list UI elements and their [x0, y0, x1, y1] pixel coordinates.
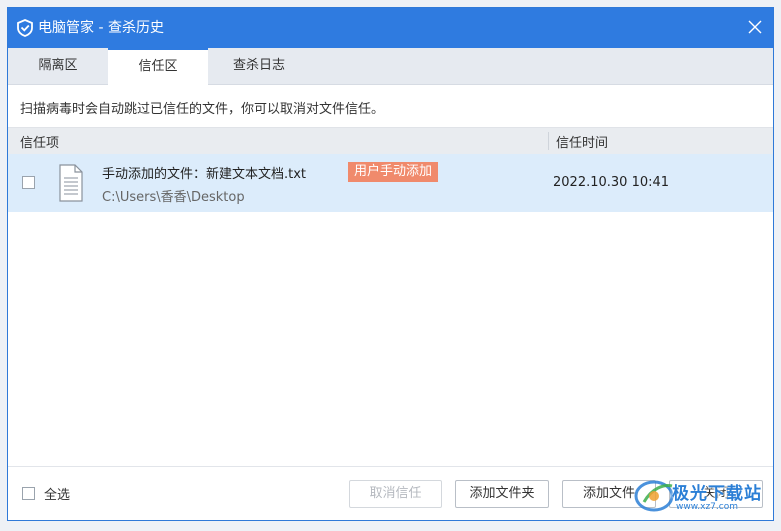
tab-trust-zone[interactable]: 信任区 — [108, 48, 208, 85]
info-text: 扫描病毒时会自动跳过已信任的文件，你可以取消对文件信任。 — [20, 102, 385, 117]
watermark-text: 极光下载站 — [672, 484, 762, 504]
tab-scan-log[interactable]: 查杀日志 — [208, 48, 310, 85]
row-checkbox[interactable] — [22, 176, 35, 189]
window-title: 电脑管家 - 查杀历史 — [38, 20, 164, 36]
history-window: 电脑管家 - 查杀历史 隔离区 信任区 查杀日志 扫描病毒时会自动跳过已信任的文… — [7, 7, 774, 521]
select-all-checkbox[interactable] — [22, 487, 35, 500]
add-file-button[interactable]: 添加文件 — [562, 480, 656, 508]
shield-icon — [17, 19, 33, 37]
select-all-label[interactable]: 全选 — [44, 484, 70, 503]
watermark-url: www.xz7.com — [676, 502, 738, 512]
table-header: 信任项 信任时间 — [8, 127, 773, 154]
file-path: C:\Users\香香\Desktop — [102, 190, 245, 205]
text-file-icon — [59, 164, 83, 202]
tab-bar: 隔离区 信任区 查杀日志 — [8, 48, 773, 85]
column-header-item: 信任项 — [20, 136, 60, 151]
add-folder-button[interactable]: 添加文件夹 — [455, 480, 549, 508]
footer-bar: 全选 取消信任 添加文件夹 添加文件 关闭 — [8, 466, 773, 520]
file-name: 手动添加的文件：新建文本文档.txt — [102, 167, 307, 182]
table-row[interactable]: 手动添加的文件：新建文本文档.txt 用户手动添加 C:\Users\香香\De… — [8, 154, 773, 212]
close-icon[interactable] — [745, 17, 765, 37]
source-badge: 用户手动添加 — [348, 162, 439, 182]
cancel-trust-button[interactable]: 取消信任 — [349, 480, 442, 508]
trust-time: 2022.10.30 10:41 — [553, 175, 670, 190]
tab-quarantine[interactable]: 隔离区 — [8, 48, 108, 85]
column-divider[interactable] — [548, 132, 549, 150]
column-header-time: 信任时间 — [556, 136, 609, 151]
title-bar: 电脑管家 - 查杀历史 — [8, 8, 773, 48]
